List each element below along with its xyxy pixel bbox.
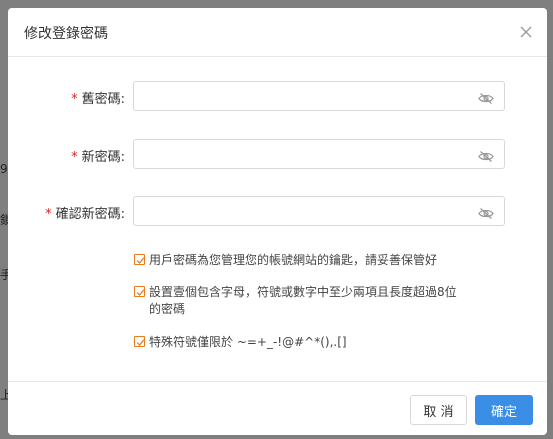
hint-text: 用戶密碼為您管理您的帳號網站的鑰匙，請妥善保管好 [149, 253, 438, 267]
backdrop-text: 9 [0, 162, 8, 176]
old-password-input[interactable] [133, 81, 505, 111]
confirm-password-row: * 確認新密碼: [8, 196, 547, 226]
dialog-title: 修改登錄密碼 [24, 26, 108, 42]
new-password-label: * 新密碼: [71, 150, 125, 165]
close-icon[interactable] [519, 24, 533, 38]
confirm-password-label: * 確認新密碼: [45, 207, 125, 222]
dialog-header: 修改登錄密碼 [8, 8, 547, 57]
eye-slash-icon[interactable] [478, 148, 494, 162]
change-password-dialog: 修改登錄密碼 * 舊密碼: * 新密碼: * 確認新密碼: 用戶密碼為您管理您的… [8, 8, 547, 435]
check-icon [134, 254, 145, 265]
eye-slash-icon[interactable] [478, 205, 494, 219]
eye-slash-icon[interactable] [478, 90, 494, 104]
hint-text: 設置壹個包含字母，符號或數字中至少兩項且長度超過8位的密碼 [149, 285, 457, 316]
required-mark: * [71, 150, 78, 165]
old-password-row: * 舊密碼: [8, 81, 547, 111]
required-mark: * [45, 207, 52, 222]
confirm-password-input[interactable] [133, 196, 505, 226]
required-mark: * [71, 92, 78, 107]
new-password-row: * 新密碼: [8, 139, 547, 169]
confirm-button[interactable]: 確定 [475, 395, 533, 425]
password-hint: 設置壹個包含字母，符號或數字中至少兩項且長度超過8位的密碼 [134, 284, 474, 318]
dialog-footer: 取 消 確定 [8, 381, 547, 435]
check-icon [134, 336, 145, 347]
new-password-input[interactable] [133, 139, 505, 169]
password-hint: 用戶密碼為您管理您的帳號網站的鑰匙，請妥善保管好 [134, 252, 474, 269]
check-icon [134, 286, 145, 297]
cancel-button[interactable]: 取 消 [410, 395, 467, 425]
hint-text: 特殊符號僅限於 ~=+_-!@#^*(),.[] [149, 335, 347, 349]
password-hint: 特殊符號僅限於 ~=+_-!@#^*(),.[] [134, 334, 474, 351]
old-password-label: * 舊密碼: [71, 92, 125, 107]
